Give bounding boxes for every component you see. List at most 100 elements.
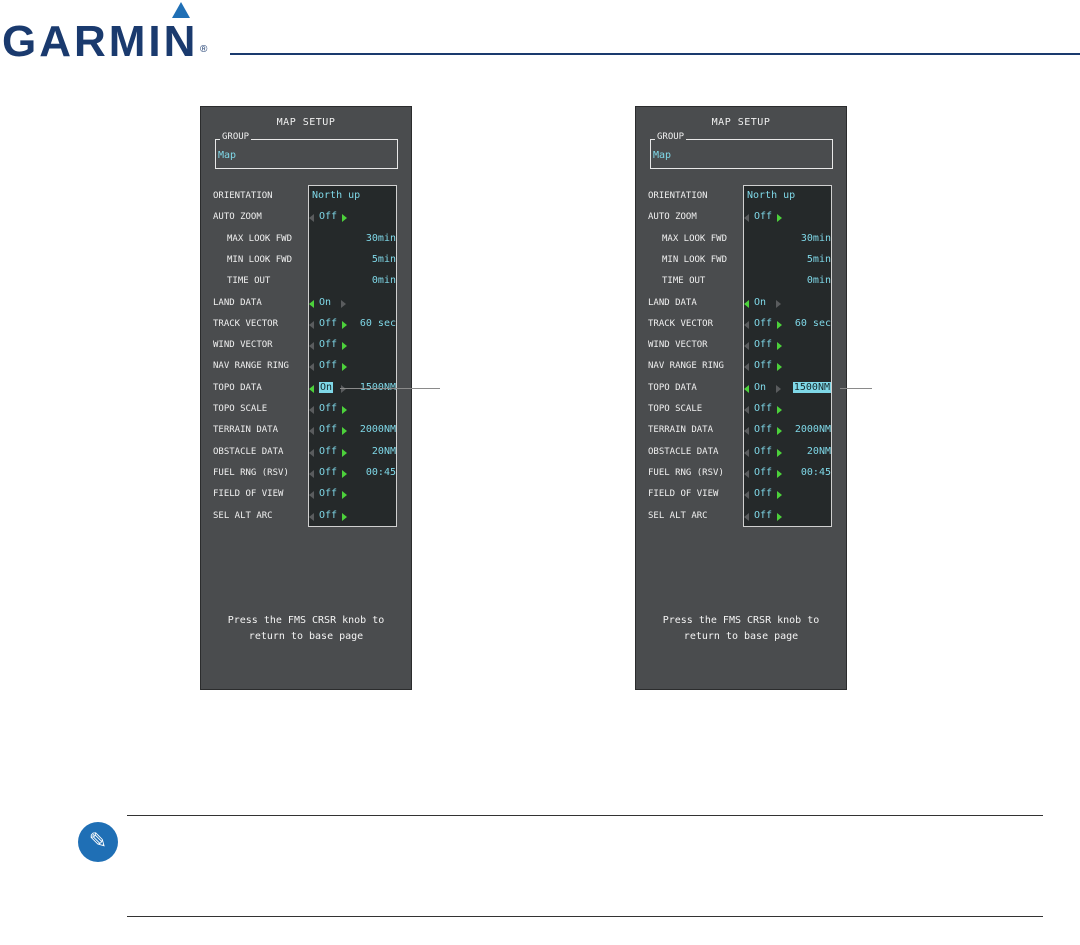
setting-value[interactable]: North up <box>747 190 795 201</box>
setting-row[interactable]: TOPO SCALE Off <box>201 400 411 421</box>
right-arrow-icon[interactable] <box>342 512 347 521</box>
right-arrow-icon[interactable] <box>342 427 347 436</box>
setting-row[interactable]: OBSTACLE DATA Off 20NM <box>201 443 411 464</box>
setting-row[interactable]: MIN LOOK FWD 5min <box>201 251 411 272</box>
setting-row[interactable]: FIELD OF VIEW Off <box>636 485 846 506</box>
setting-value[interactable]: Off <box>754 360 772 371</box>
setting-secondary-value[interactable]: 30min <box>801 233 831 244</box>
setting-value[interactable]: Off <box>754 510 772 521</box>
right-arrow-icon[interactable] <box>777 469 782 478</box>
right-arrow-icon[interactable] <box>777 448 782 457</box>
setting-secondary-value[interactable]: 20NM <box>372 446 396 457</box>
setting-value[interactable]: North up <box>312 190 360 201</box>
setting-value[interactable]: On <box>754 382 766 393</box>
left-arrow-icon[interactable] <box>309 406 314 414</box>
setting-value[interactable]: Off <box>319 403 337 414</box>
right-arrow-icon[interactable] <box>342 406 347 414</box>
setting-value[interactable]: Off <box>319 339 337 350</box>
setting-row[interactable]: TRACK VECTOR Off 60 sec <box>201 315 411 336</box>
setting-row[interactable]: ORIENTATION North up <box>201 187 411 208</box>
right-arrow-icon[interactable] <box>777 320 782 329</box>
left-arrow-icon[interactable] <box>309 384 314 393</box>
setting-value[interactable]: Off <box>754 339 772 350</box>
setting-row[interactable]: NAV RANGE RING Off <box>201 357 411 378</box>
left-arrow-icon[interactable] <box>744 214 749 223</box>
setting-value[interactable]: Off <box>754 446 772 457</box>
right-arrow-icon[interactable] <box>342 469 347 478</box>
setting-row[interactable]: FUEL RNG (RSV) Off 00:45 <box>201 464 411 485</box>
setting-secondary-value[interactable]: 5min <box>807 254 831 265</box>
setting-secondary-value[interactable]: 00:45 <box>801 467 831 478</box>
setting-row[interactable]: TIME OUT 0min <box>201 272 411 293</box>
setting-row[interactable]: TIME OUT 0min <box>636 272 846 293</box>
left-arrow-icon[interactable] <box>744 427 749 436</box>
right-arrow-icon[interactable] <box>342 320 347 329</box>
setting-value[interactable]: Off <box>754 403 772 414</box>
setting-secondary-value[interactable]: 60 sec <box>360 318 396 329</box>
setting-value[interactable]: Off <box>754 488 772 499</box>
left-arrow-icon[interactable] <box>309 448 314 457</box>
setting-secondary-value[interactable]: 0min <box>372 275 396 286</box>
setting-row[interactable]: SEL ALT ARC Off <box>636 507 846 528</box>
setting-row[interactable]: TERRAIN DATA Off 2000NM <box>201 421 411 442</box>
setting-secondary-value[interactable]: 2000NM <box>795 424 831 435</box>
left-arrow-icon[interactable] <box>744 299 749 308</box>
setting-row[interactable]: FUEL RNG (RSV) Off 00:45 <box>636 464 846 485</box>
setting-row[interactable]: WIND VECTOR Off <box>636 336 846 357</box>
right-arrow-icon[interactable] <box>776 299 781 308</box>
setting-value[interactable]: Off <box>754 318 772 329</box>
right-arrow-icon[interactable] <box>777 406 782 414</box>
left-arrow-icon[interactable] <box>309 299 314 308</box>
setting-secondary-value[interactable]: 30min <box>366 233 396 244</box>
right-arrow-icon[interactable] <box>777 342 782 351</box>
right-arrow-icon[interactable] <box>777 214 782 223</box>
setting-value[interactable]: Off <box>319 360 337 371</box>
left-arrow-icon[interactable] <box>309 427 314 436</box>
right-arrow-icon[interactable] <box>777 512 782 521</box>
left-arrow-icon[interactable] <box>744 384 749 393</box>
left-arrow-icon[interactable] <box>744 406 749 414</box>
setting-value[interactable]: Off <box>319 211 337 222</box>
setting-row[interactable]: MAX LOOK FWD 30min <box>201 230 411 251</box>
setting-row[interactable]: OBSTACLE DATA Off 20NM <box>636 443 846 464</box>
right-arrow-icon[interactable] <box>342 363 347 372</box>
right-arrow-icon[interactable] <box>342 342 347 351</box>
setting-value[interactable]: Off <box>319 510 337 521</box>
setting-row[interactable]: TOPO SCALE Off <box>636 400 846 421</box>
setting-secondary-value[interactable]: 60 sec <box>795 318 831 329</box>
setting-value[interactable]: Off <box>754 211 772 222</box>
right-arrow-icon[interactable] <box>777 427 782 436</box>
group-box[interactable]: GROUP Map <box>650 132 833 169</box>
right-arrow-icon[interactable] <box>777 363 782 372</box>
setting-value[interactable]: Off <box>319 318 337 329</box>
setting-row[interactable]: LAND DATA On <box>636 294 846 315</box>
setting-row[interactable]: AUTO ZOOM Off <box>201 208 411 229</box>
setting-secondary-value[interactable]: 2000NM <box>360 424 396 435</box>
left-arrow-icon[interactable] <box>309 342 314 351</box>
right-arrow-icon[interactable] <box>342 491 347 500</box>
right-arrow-icon[interactable] <box>342 448 347 457</box>
setting-secondary-value[interactable]: 1500NM <box>792 381 831 393</box>
setting-value[interactable]: Off <box>319 446 337 457</box>
setting-value[interactable]: Off <box>319 488 337 499</box>
setting-row[interactable]: TERRAIN DATA Off 2000NM <box>636 421 846 442</box>
setting-row[interactable]: FIELD OF VIEW Off <box>201 485 411 506</box>
setting-value[interactable]: On <box>319 297 331 308</box>
setting-value[interactable]: Off <box>754 467 772 478</box>
left-arrow-icon[interactable] <box>744 469 749 478</box>
setting-secondary-value[interactable]: 0min <box>807 275 831 286</box>
left-arrow-icon[interactable] <box>744 491 749 500</box>
setting-value[interactable]: Off <box>319 467 337 478</box>
right-arrow-icon[interactable] <box>776 384 781 393</box>
setting-row[interactable]: SEL ALT ARC Off <box>201 507 411 528</box>
setting-row[interactable]: MAX LOOK FWD 30min <box>636 230 846 251</box>
left-arrow-icon[interactable] <box>744 320 749 329</box>
left-arrow-icon[interactable] <box>744 512 749 521</box>
setting-row[interactable]: TOPO DATAOn1500NM <box>201 379 411 400</box>
setting-secondary-value[interactable]: 00:45 <box>366 467 396 478</box>
setting-row[interactable]: TRACK VECTOR Off 60 sec <box>636 315 846 336</box>
left-arrow-icon[interactable] <box>309 363 314 372</box>
left-arrow-icon[interactable] <box>744 342 749 351</box>
setting-value[interactable]: Off <box>754 424 772 435</box>
setting-row[interactable]: MIN LOOK FWD 5min <box>636 251 846 272</box>
